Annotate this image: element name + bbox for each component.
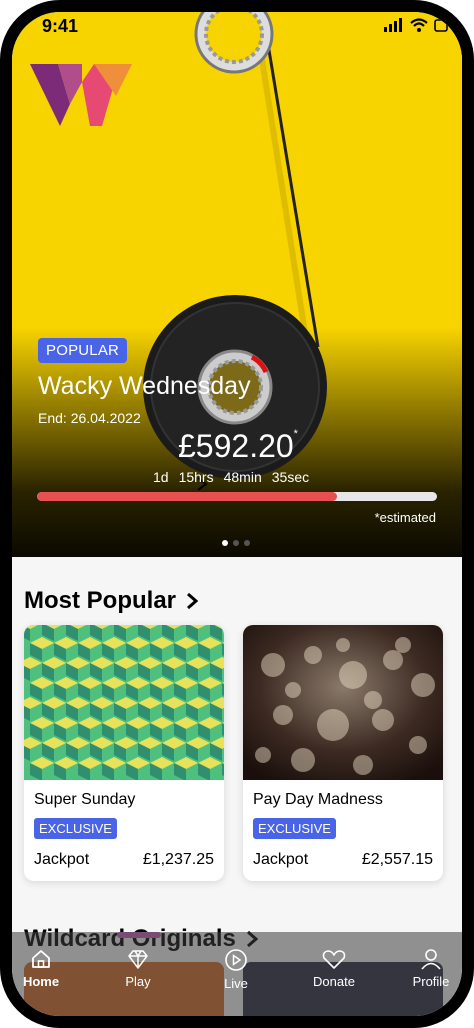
nav-label: Live [224, 976, 248, 991]
battery-icon [434, 19, 448, 32]
home-icon [32, 950, 50, 968]
wifi-icon [410, 18, 428, 32]
countdown: 1d 15hrs 48min 35sec [153, 469, 309, 485]
hero-title: Wacky Wednesday [38, 372, 251, 400]
most-popular-title: Most Popular [24, 587, 177, 614]
card-image [24, 625, 224, 781]
carousel-dots[interactable] [222, 540, 250, 546]
countdown-hours: 15hrs [178, 469, 214, 485]
app-screen: 9:41 POPULAR Wacky Wednesday End: 26.04.… [12, 12, 462, 1016]
nav-label: Profile [412, 974, 450, 989]
nav-label: Home [22, 974, 60, 989]
card-title: Pay Day Madness [253, 791, 383, 808]
signal-icon [384, 18, 402, 32]
nav-live[interactable]: Live [201, 948, 271, 991]
nav-profile[interactable]: Profile [396, 948, 462, 989]
card-image [243, 625, 443, 780]
bottom-nav: Home Play Live Donate Profile [12, 932, 462, 1016]
status-time: 9:41 [42, 16, 79, 36]
exclusive-badge: EXCLUSIVE [34, 818, 117, 839]
jackpot-amount: £592.20* [178, 428, 298, 465]
nav-label: Play [125, 974, 151, 989]
countdown-seconds: 35sec [271, 469, 310, 485]
game-card-super-sunday[interactable]: Super Sunday EXCLUSIVE Jackpot £1,237.25 [24, 625, 224, 881]
estimated-mark: * [293, 428, 298, 440]
nav-play[interactable]: Play [103, 948, 173, 989]
carousel-dot[interactable] [244, 540, 250, 546]
carousel-dot[interactable] [233, 540, 239, 546]
card-title: Super Sunday [34, 791, 136, 808]
nav-donate[interactable]: Donate [299, 948, 369, 989]
play-icon [225, 949, 247, 971]
jackpot-label: Jackpot [253, 851, 309, 868]
hero-end-date: End: 26.04.2022 [38, 410, 141, 426]
diamond-icon [128, 950, 148, 969]
jackpot-value: £1,237.25 [142, 851, 214, 868]
heart-icon [322, 950, 346, 969]
jackpot-progress [37, 492, 437, 501]
estimated-note: *estimated [374, 510, 436, 525]
popular-badge: POPULAR [38, 338, 128, 363]
countdown-minutes: 48min [223, 469, 262, 485]
jackpot-progress-fill [37, 492, 337, 501]
countdown-days: 1d [153, 469, 169, 485]
chevron-right-icon [187, 592, 199, 610]
hero-banner[interactable]: 9:41 POPULAR Wacky Wednesday End: 26.04.… [12, 12, 462, 557]
phone-frame: 9:41 POPULAR Wacky Wednesday End: 26.04.… [0, 0, 474, 1028]
status-bar: 9:41 [12, 12, 462, 46]
exclusive-badge: EXCLUSIVE [253, 818, 336, 839]
jackpot-value: £2,557.15 [361, 851, 433, 868]
game-card-pay-day-madness[interactable]: Pay Day Madness EXCLUSIVE Jackpot £2,557… [243, 625, 443, 881]
jackpot-amount-value: £592.20 [178, 428, 294, 464]
most-popular-header[interactable]: Most Popular [24, 587, 199, 615]
wildcard-logo [30, 64, 132, 126]
carousel-dot[interactable] [222, 540, 228, 546]
jackpot-label: Jackpot [34, 851, 90, 868]
user-icon [421, 949, 441, 970]
nav-label: Donate [313, 974, 355, 989]
status-icons [384, 18, 448, 32]
nav-home[interactable]: Home [12, 948, 76, 989]
